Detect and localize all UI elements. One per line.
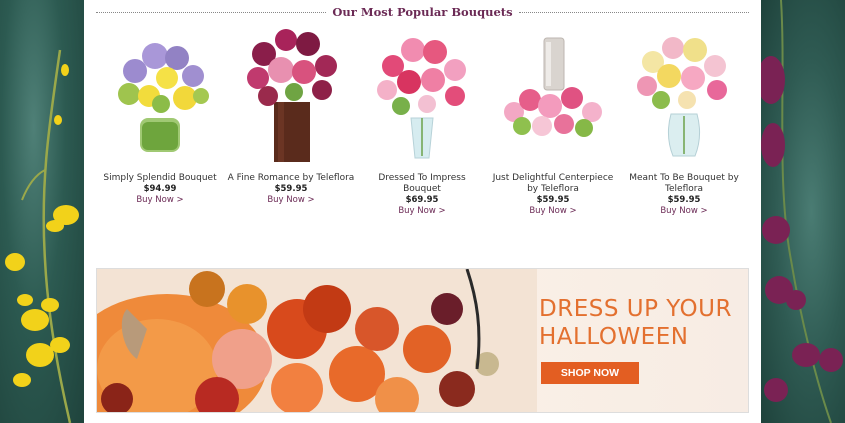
banner-headline: DRESS UP YOUR HALLOWEEN — [539, 296, 732, 350]
autumn-flowers-image — [97, 269, 537, 412]
shop-now-button[interactable]: SHOP NOW — [541, 362, 639, 384]
product-card[interactable]: A Fine Romance by Teleflora $59.95 Buy N… — [227, 26, 355, 206]
left-background — [0, 0, 84, 423]
buy-now-link[interactable]: Buy Now > — [227, 195, 355, 206]
buy-now-link[interactable]: Buy Now > — [620, 206, 748, 217]
main-content: Our Most Popular Bouquets Simply Splendi… — [84, 0, 761, 423]
product-card[interactable]: Dressed To Impress Bouquet $69.95 Buy No… — [358, 26, 486, 217]
buy-now-link[interactable]: Buy Now > — [489, 206, 617, 217]
right-background — [761, 0, 845, 423]
product-price: $69.95 — [405, 195, 439, 205]
bouquet-image[interactable] — [498, 26, 608, 166]
bouquet-image[interactable] — [105, 26, 215, 166]
product-card[interactable]: Simply Splendid Bouquet $94.99 Buy Now > — [96, 26, 224, 206]
buy-now-link[interactable]: Buy Now > — [96, 195, 224, 206]
halloween-banner[interactable]: DRESS UP YOUR HALLOWEEN SHOP NOW — [96, 268, 749, 413]
product-name[interactable]: A Fine Romance by Teleflora — [227, 173, 355, 184]
product-card[interactable]: Meant To Be Bouquet by Teleflora $59.95 … — [620, 26, 748, 217]
bouquet-image[interactable] — [629, 26, 739, 166]
bouquet-image[interactable] — [236, 26, 346, 166]
section-header: Our Most Popular Bouquets — [96, 4, 749, 20]
product-name[interactable]: Just Delightful Centerpiece by Teleflora — [489, 173, 617, 195]
yellow-orchid-decoration — [5, 49, 79, 423]
product-name[interactable]: Meant To Be Bouquet by Teleflora — [620, 173, 748, 195]
buy-now-link[interactable]: Buy Now > — [358, 206, 486, 217]
section-title: Our Most Popular Bouquets — [332, 5, 513, 19]
purple-orchid-decoration — [761, 0, 843, 423]
product-price: $59.95 — [536, 195, 570, 205]
bouquet-image[interactable] — [367, 26, 477, 166]
product-name[interactable]: Simply Splendid Bouquet — [96, 173, 224, 184]
product-price: $94.99 — [143, 184, 177, 194]
product-price: $59.95 — [274, 184, 308, 194]
divider-left — [96, 11, 327, 13]
product-grid: Simply Splendid Bouquet $94.99 Buy Now >… — [96, 26, 749, 226]
divider-right — [518, 11, 749, 13]
product-price: $59.95 — [667, 195, 701, 205]
product-name[interactable]: Dressed To Impress Bouquet — [358, 173, 486, 195]
product-card[interactable]: Just Delightful Centerpiece by Teleflora… — [489, 26, 617, 217]
